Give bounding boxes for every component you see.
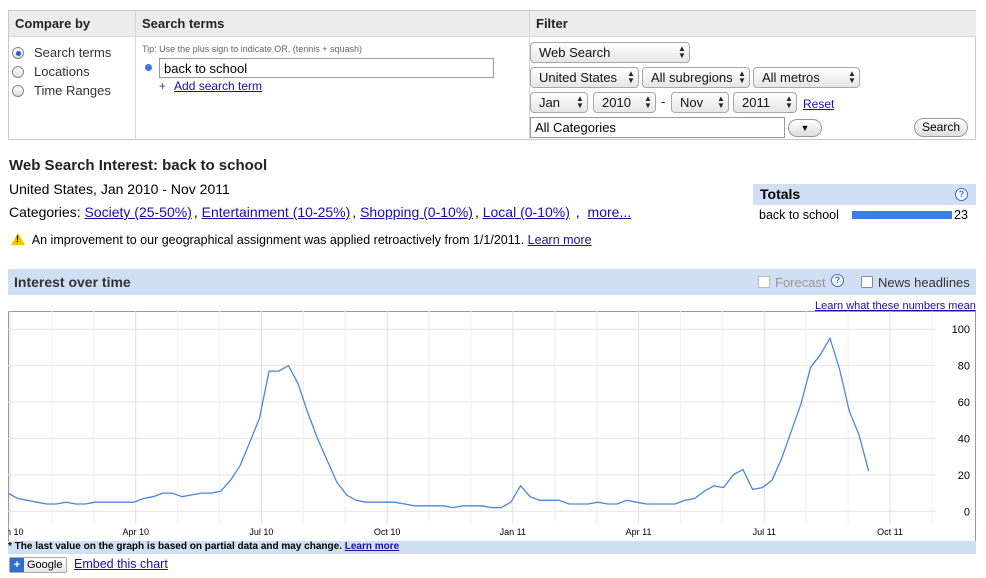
to-year-value: 2011 (742, 95, 770, 110)
page-subtitle: United States, Jan 2010 - Nov 2011 (9, 181, 230, 197)
footnote-learn-more-link[interactable]: Learn more (345, 541, 399, 552)
select-arrows-icon: ▲ ▼ (738, 69, 746, 85)
x-tick-label: Jul 10 (249, 527, 273, 537)
search-term-input[interactable] (159, 58, 494, 78)
search-terms-header: Search terms (136, 11, 529, 37)
from-month-value: Jan (539, 95, 560, 110)
forecast-label: Forecast (775, 275, 826, 290)
partial-data-note: * The last value on the graph is based o… (8, 541, 342, 552)
totals-title: Totals (760, 186, 801, 202)
select-arrows-icon: ▲ ▼ (848, 69, 856, 85)
series-line-back-to-school (8, 336, 870, 509)
totals-row: back to school 23 (759, 208, 976, 222)
chart-footnote: * The last value on the graph is based o… (8, 541, 976, 554)
y-tick-label: 40 (958, 433, 970, 445)
category-link-society[interactable]: Society (25-50%) (84, 204, 191, 220)
to-year-select[interactable]: 2011 ▲ ▼ (733, 92, 797, 113)
metros-select[interactable]: All metros ▲ ▼ (753, 67, 860, 88)
from-year-value: 2010 (602, 95, 631, 110)
totals-bar (852, 211, 952, 219)
x-tick-label: Jan 11 (500, 527, 526, 537)
interest-over-time-title: Interest over time (14, 274, 131, 290)
forecast-checkbox[interactable] (758, 276, 770, 288)
embed-chart-link[interactable]: Embed this chart (74, 557, 168, 571)
category-link-local[interactable]: Local (0-10%) (483, 204, 570, 220)
from-year-select[interactable]: 2010 ▲ ▼ (593, 92, 656, 113)
x-tick-label: Oct 10 (374, 527, 401, 537)
y-tick-label: 0 (964, 506, 970, 518)
news-headlines-label: News headlines (878, 275, 970, 290)
date-range-dash: - (661, 94, 666, 109)
warning-icon (11, 233, 25, 245)
compare-option-label: Search terms (34, 45, 112, 60)
compare-option-time-ranges[interactable]: Time Ranges (12, 83, 111, 98)
reset-link[interactable]: Reset (803, 97, 834, 111)
category-link-shopping[interactable]: Shopping (0-10%) (360, 204, 473, 220)
filter-header: Filter (530, 11, 976, 37)
select-arrows-icon: ▲ ▼ (717, 94, 725, 110)
google-badge[interactable]: + Google (9, 557, 68, 573)
plus-icon: + (10, 558, 24, 572)
interest-over-time-header: Interest over time Forecast ? News headl… (8, 269, 976, 295)
totals-term: back to school (759, 208, 839, 222)
x-tick-label: Oct 11 (877, 527, 903, 537)
column-divider (135, 11, 136, 139)
y-tick-label: 100 (952, 324, 970, 336)
to-month-select[interactable]: Nov ▲ ▼ (671, 92, 729, 113)
x-tick-label: Jan 10 (8, 527, 24, 537)
compare-by-header: Compare by (9, 11, 135, 37)
google-badge-label: Google (27, 559, 63, 571)
compare-option-locations[interactable]: Locations (12, 64, 90, 79)
categories-label: Categories: (9, 204, 81, 220)
page-title: Web Search Interest: back to school (9, 157, 268, 174)
y-tick-label: 20 (958, 470, 970, 482)
news-headlines-checkbox[interactable] (861, 276, 873, 288)
search-tip: Tip: Use the plus sign to indicate OR. (… (142, 44, 363, 54)
help-icon[interactable]: ? (955, 188, 968, 201)
y-tick-label: 60 (958, 397, 970, 409)
add-search-term-link[interactable]: Add search term (174, 79, 262, 93)
compare-option-label: Locations (34, 64, 90, 79)
to-month-value: Nov (680, 95, 704, 110)
select-arrows-icon: ▲ ▼ (785, 94, 793, 110)
totals-header: Totals ? (753, 184, 976, 205)
x-tick-label: Apr 10 (122, 527, 149, 537)
select-arrows-icon: ▲ ▼ (627, 69, 635, 85)
category-input[interactable]: All Categories (530, 117, 785, 138)
interest-chart: 0 20 40 60 80 100 Jan 10 Apr 10 Jul 10 Oct 10 Jan… (8, 311, 970, 537)
metros-value: All metros (762, 70, 820, 85)
country-value: United States (539, 70, 618, 85)
radio-selected-icon[interactable] (12, 46, 24, 59)
more-categories-link[interactable]: more... (588, 204, 632, 220)
select-arrows-icon: ▲ ▼ (576, 94, 584, 110)
compare-option-label: Time Ranges (34, 83, 111, 98)
search-button[interactable]: Search (914, 118, 968, 137)
notice-learn-more-link[interactable]: Learn more (528, 233, 592, 247)
radio-icon[interactable] (12, 65, 24, 78)
search-type-select[interactable]: Web Search ▲ ▼ (530, 42, 690, 63)
search-type-value: Web Search (539, 45, 611, 60)
plus-icon: + (159, 79, 167, 93)
from-month-select[interactable]: Jan ▲ ▼ (530, 92, 588, 113)
notice-text: An improvement to our geographical assig… (31, 233, 525, 247)
categories-line: Categories: Society (25-50%), Entertainm… (9, 204, 632, 220)
radio-icon[interactable] (12, 84, 24, 97)
country-select[interactable]: United States ▲ ▼ (530, 67, 639, 88)
category-dropdown-icon[interactable]: ▼ (788, 119, 822, 137)
x-tick-label: Apr 11 (626, 527, 652, 537)
category-link-entertainment[interactable]: Entertainment (10-25%) (202, 204, 351, 220)
term-color-dot-icon (145, 64, 152, 71)
help-icon[interactable]: ? (831, 274, 844, 287)
add-search-term[interactable]: + Add search term (159, 79, 262, 93)
y-tick-label: 80 (958, 361, 970, 373)
totals-value: 23 (954, 208, 968, 222)
notice: An improvement to our geographical assig… (11, 232, 592, 247)
compare-option-search-terms[interactable]: Search terms (12, 45, 111, 60)
subregion-value: All subregions (651, 70, 733, 85)
x-tick-label: Jul 11 (753, 527, 776, 537)
select-arrows-icon: ▲ ▼ (678, 44, 686, 60)
subregion-select[interactable]: All subregions ▲ ▼ (642, 67, 750, 88)
select-arrows-icon: ▲ ▼ (644, 94, 652, 110)
compare-panel: Compare by Search terms Filter Search te… (8, 10, 976, 140)
